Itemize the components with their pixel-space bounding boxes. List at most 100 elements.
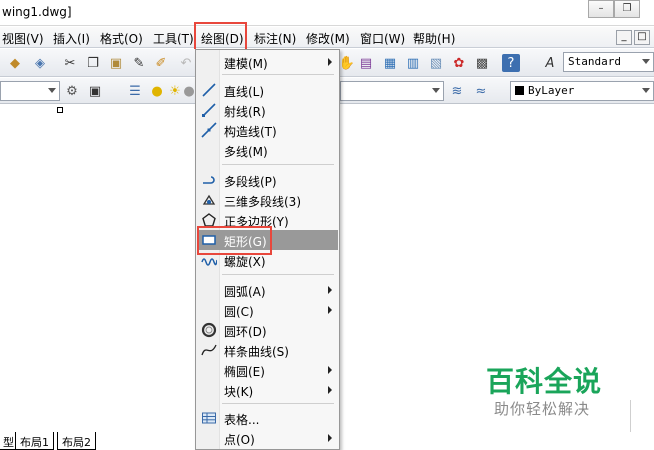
menu-item-ellipse[interactable]: 椭圆(E): [197, 360, 338, 380]
menu-item-label: 块(K): [224, 385, 254, 399]
text-style-value: Standard: [568, 55, 621, 68]
chevron-down-icon: [432, 88, 440, 93]
menu-item-line[interactable]: 直线(L): [197, 80, 338, 100]
menu-item-label: 三维多段线(3): [224, 195, 301, 209]
menu-window[interactable]: 窗口(W): [360, 30, 405, 47]
brush-icon[interactable]: ✐: [152, 54, 170, 72]
table-icon: [202, 412, 216, 424]
menu-dimension[interactable]: 标注(N): [254, 30, 296, 47]
minimize-button[interactable]: –: [588, 0, 614, 18]
menu-item-circle[interactable]: 圆(C): [197, 300, 338, 320]
menu-help[interactable]: 帮助(H): [413, 30, 455, 47]
menu-item-label: 多线(M): [224, 145, 268, 159]
menu-bar: 视图(V) 插入(I) 格式(O) 工具(T) 绘图(D) 标注(N) 修改(M…: [0, 27, 654, 48]
menu-separator: [222, 74, 334, 75]
chevron-down-icon: [48, 88, 56, 93]
calculator-icon[interactable]: ▩: [473, 54, 491, 72]
chevron-down-icon: [642, 59, 650, 64]
menu-item-table[interactable]: 表格...: [197, 408, 338, 428]
title-bar: wing1.dwg] – ❐: [0, 0, 654, 26]
publish-icon[interactable]: ◆: [6, 54, 24, 72]
layer-manager-icon[interactable]: ☰: [126, 82, 144, 100]
doc-minimize-button[interactable]: _: [616, 30, 632, 45]
restore-button[interactable]: ❐: [614, 0, 640, 18]
menu-modify[interactable]: 修改(M): [306, 30, 350, 47]
properties-icon[interactable]: ▤: [357, 54, 375, 72]
workspace-select[interactable]: [0, 81, 60, 101]
layer-previous-icon[interactable]: ≋: [448, 82, 466, 100]
cut-icon[interactable]: ✂: [61, 54, 79, 72]
menu-item-point[interactable]: 点(O): [197, 428, 338, 448]
menu-item-construction-line[interactable]: 构造线(T): [197, 120, 338, 140]
submenu-arrow-icon: [328, 306, 332, 314]
menu-item-block[interactable]: 块(K): [197, 380, 338, 400]
layer-select[interactable]: [340, 81, 444, 101]
menu-format[interactable]: 格式(O): [100, 30, 143, 47]
workspace-icon[interactable]: ▣: [86, 82, 104, 100]
menu-item-label: 构造线(T): [224, 125, 277, 139]
menu-item-donut[interactable]: 圆环(D): [197, 320, 338, 340]
watermark-subtitle: 助你轻松解决: [494, 400, 591, 418]
submenu-arrow-icon: [328, 386, 332, 394]
3d-polyline-icon: [202, 194, 216, 205]
menu-item-label: 建模(M): [224, 57, 268, 71]
menu-item-multiline[interactable]: 多线(M): [197, 140, 338, 160]
submenu-arrow-icon: [328, 58, 332, 66]
rectangle-item-callout: [197, 226, 272, 255]
menu-item-arc[interactable]: 圆弧(A): [197, 280, 338, 300]
menu-item-ray[interactable]: 射线(R): [197, 100, 338, 120]
linetype-select[interactable]: ByLayer: [510, 81, 654, 101]
menu-item-label: 射线(R): [224, 105, 266, 119]
design-center-icon[interactable]: ▦: [381, 54, 399, 72]
divider: [630, 400, 631, 432]
xline-icon: [201, 122, 217, 138]
selection-grip[interactable]: [57, 107, 63, 113]
menu-tools[interactable]: 工具(T): [153, 30, 194, 47]
line-icon: [202, 83, 216, 97]
doc-restore-button[interactable]: □: [634, 30, 650, 45]
markup-icon[interactable]: ✿: [450, 54, 468, 72]
paste-icon[interactable]: ▣: [107, 54, 125, 72]
workspace-settings-icon[interactable]: ⚙: [63, 82, 81, 100]
plot-icon[interactable]: ◈: [31, 54, 49, 72]
window-title: wing1.dwg]: [2, 5, 72, 19]
menu-item-label: 多段线(P): [224, 175, 277, 189]
sheet-set-icon[interactable]: ▧: [427, 54, 445, 72]
spline-icon: [201, 344, 217, 356]
menu-item-3d-polyline[interactable]: 三维多段线(3): [197, 190, 338, 210]
menu-item-label: 直线(L): [224, 85, 265, 99]
linetype-value: ByLayer: [528, 84, 575, 97]
menu-item-spline[interactable]: 样条曲线(S): [197, 340, 338, 360]
menu-separator: [222, 164, 334, 165]
watermark-title: 百科全说: [486, 365, 603, 398]
menu-separator: [222, 403, 334, 404]
match-properties-icon[interactable]: ✎: [130, 54, 148, 72]
color-swatch: [515, 86, 524, 95]
submenu-arrow-icon: [328, 434, 332, 442]
polyline-icon: [203, 176, 215, 184]
menu-item-label: 样条曲线(S): [224, 345, 289, 359]
text-style-select[interactable]: Standard: [563, 52, 654, 72]
tab-layout2[interactable]: 布局2: [57, 432, 96, 450]
copy-icon[interactable]: ❐: [84, 54, 102, 72]
menu-item-label: 圆弧(A): [224, 285, 266, 299]
tool-palettes-icon[interactable]: ▥: [404, 54, 422, 72]
menu-item-modeling[interactable]: 建模(M): [197, 52, 338, 72]
menu-item-label: 椭圆(E): [224, 365, 265, 379]
layer-make-current-icon[interactable]: ≈: [472, 82, 490, 100]
help-icon[interactable]: ?: [502, 54, 520, 72]
chevron-down-icon: [642, 88, 650, 93]
menu-item-label: 表格...: [224, 413, 260, 427]
donut-icon: [201, 322, 217, 338]
undo-icon[interactable]: ↶: [177, 54, 195, 72]
menu-view[interactable]: 视图(V): [2, 30, 44, 47]
tab-layout1[interactable]: 布局1: [15, 432, 54, 450]
pan-icon[interactable]: ✋: [338, 54, 356, 72]
menu-separator: [222, 274, 334, 275]
menu-insert[interactable]: 插入(I): [53, 30, 90, 47]
menu-item-polyline[interactable]: 多段线(P): [197, 170, 338, 190]
submenu-arrow-icon: [328, 366, 332, 374]
ray-icon: [202, 103, 216, 117]
layer-on-icon[interactable]: ●: [148, 82, 166, 100]
menu-item-label: 点(O): [224, 433, 255, 447]
